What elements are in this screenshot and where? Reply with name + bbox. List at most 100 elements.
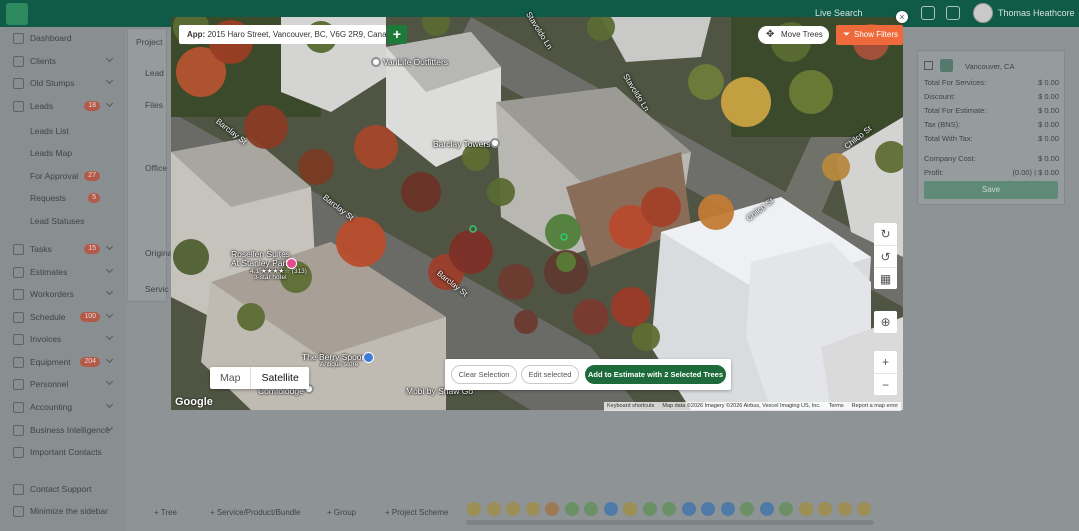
keyboard-shortcuts-link[interactable]: Keyboard shortcuts: [607, 402, 654, 411]
tree-canopy[interactable]: [641, 187, 681, 227]
sidebar-item-minimize-the-sidebar[interactable]: Minimize the sidebar: [0, 501, 126, 521]
map-label-vanlife[interactable]: VanLife Outfitters: [383, 57, 448, 67]
add-tree-tab[interactable]: + Tree: [154, 508, 177, 517]
add-address-button[interactable]: +: [387, 25, 407, 44]
tree-canopy[interactable]: [487, 178, 515, 206]
tool-icon[interactable]: [564, 502, 579, 516]
zoom-out-button[interactable]: −: [874, 373, 897, 395]
tool-icon[interactable]: [837, 502, 852, 516]
tree-canopy[interactable]: [789, 70, 833, 114]
tool-icon[interactable]: [779, 502, 793, 516]
chevron-down-icon[interactable]: [105, 54, 114, 63]
map-type-map-button[interactable]: Map: [210, 367, 250, 389]
messages-icon[interactable]: [946, 6, 960, 20]
sidebar-item-business-intelligence[interactable]: Business Intelligence: [0, 420, 126, 440]
tree-canopy[interactable]: [244, 105, 288, 149]
report-map-error-link[interactable]: Report a map error: [852, 402, 898, 411]
tree-canopy[interactable]: [573, 299, 609, 335]
clear-selection-button[interactable]: Clear Selection: [451, 365, 517, 384]
map-type-satellite-button[interactable]: Satellite: [250, 367, 308, 389]
sidebar-item-equipment[interactable]: Equipment 204: [0, 352, 126, 372]
tool-icon[interactable]: [584, 502, 598, 516]
satellite-map[interactable]: [171, 17, 903, 410]
add-service-tab[interactable]: + Service/Product/Bundle: [210, 508, 301, 517]
tree-canopy[interactable]: [237, 303, 265, 331]
chevron-down-icon[interactable]: [105, 377, 114, 386]
sidebar-item-accounting[interactable]: Accounting: [0, 397, 126, 417]
tool-icon[interactable]: [506, 502, 520, 516]
tool-icon[interactable]: [759, 502, 774, 516]
store-pin-icon[interactable]: [363, 352, 374, 363]
chevron-down-icon[interactable]: [105, 355, 114, 364]
add-to-estimate-button[interactable]: Add to Estimate with 2 Selected Trees: [585, 365, 726, 384]
add-group-tab[interactable]: + Group: [327, 508, 356, 517]
tree-canopy[interactable]: [449, 230, 493, 274]
chevron-down-icon[interactable]: [105, 332, 114, 341]
location-select[interactable]: Vancouver, CA: [965, 62, 1014, 71]
sidebar-item-lead-statuses[interactable]: Lead Statuses: [0, 211, 126, 231]
bottom-scrollbar[interactable]: [466, 520, 874, 525]
tool-icon[interactable]: [818, 502, 832, 516]
sidebar-item-clients[interactable]: Clients: [0, 51, 126, 71]
place-pin-icon[interactable]: [371, 57, 381, 67]
app-logo[interactable]: [6, 3, 28, 25]
sidebar-item-for-approval[interactable]: For Approval 27: [0, 166, 126, 186]
chevron-down-icon[interactable]: [105, 242, 114, 251]
tree-canopy[interactable]: [611, 287, 651, 327]
hotel-pin-icon[interactable]: [286, 258, 297, 269]
chevron-down-icon[interactable]: [105, 310, 114, 319]
rotate-counterclockwise-icon[interactable]: ↺: [874, 245, 897, 267]
tree-canopy[interactable]: [698, 194, 734, 230]
sidebar-item-tasks[interactable]: Tasks 15: [0, 239, 126, 259]
chevron-down-icon[interactable]: [105, 400, 114, 409]
tree-canopy[interactable]: [401, 172, 441, 212]
tilt-icon[interactable]: ▦: [874, 267, 897, 289]
tool-icon[interactable]: [720, 502, 735, 516]
place-pin-icon[interactable]: [490, 138, 500, 148]
tree-canopy[interactable]: [556, 252, 576, 272]
save-button[interactable]: Save: [924, 181, 1058, 199]
address-field[interactable]: App: 2015 Haro Street, Vancouver, BC, V6…: [179, 25, 386, 44]
tree-canopy[interactable]: [632, 323, 660, 351]
zoom-in-button[interactable]: +: [874, 351, 897, 373]
tool-icon[interactable]: [603, 502, 618, 516]
tool-icon[interactable]: [798, 502, 813, 516]
sidebar-item-personnel[interactable]: Personnel: [0, 374, 126, 394]
chevron-down-icon[interactable]: [105, 265, 114, 274]
rotate-clockwise-icon[interactable]: ↻: [874, 223, 897, 245]
tool-icon[interactable]: [623, 502, 637, 516]
chevron-down-icon[interactable]: [105, 76, 114, 85]
sidebar-item-invoices[interactable]: Invoices: [0, 329, 126, 349]
tool-icon[interactable]: [857, 502, 871, 516]
tool-icon[interactable]: [486, 502, 501, 516]
sidebar-item-requests[interactable]: Requests 5: [0, 188, 126, 208]
tree-canopy[interactable]: [354, 125, 398, 169]
sidebar-item-old-stumps[interactable]: Old Stumps: [0, 73, 126, 93]
tree-canopy[interactable]: [514, 310, 538, 334]
sidebar-item-schedule[interactable]: Schedule 100: [0, 307, 126, 327]
tree-canopy[interactable]: [336, 217, 386, 267]
sidebar-item-contact-support[interactable]: Contact Support: [0, 479, 126, 499]
tree-canopy[interactable]: [545, 214, 581, 250]
tree-canopy[interactable]: [173, 239, 209, 275]
terms-link[interactable]: Terms: [829, 402, 844, 411]
tree-canopy[interactable]: [822, 153, 850, 181]
tree-canopy[interactable]: [688, 64, 724, 100]
user-name[interactable]: Thomas Heathcore: [998, 8, 1075, 18]
tool-icon[interactable]: [525, 502, 540, 516]
chevron-down-icon[interactable]: [105, 99, 114, 108]
sidebar-item-important-contacts[interactable]: Important Contacts: [0, 442, 126, 462]
notifications-icon[interactable]: [921, 6, 935, 20]
tool-icon[interactable]: [642, 502, 657, 516]
sidebar-item-leads[interactable]: Leads 18: [0, 96, 126, 116]
tool-icon[interactable]: [681, 502, 696, 516]
sidebar-item-leads-list[interactable]: Leads List: [0, 121, 126, 141]
tool-icon[interactable]: [701, 502, 715, 516]
tool-icon[interactable]: [740, 502, 754, 516]
close-modal-button[interactable]: ×: [896, 11, 908, 23]
pan-icon[interactable]: ⊕: [874, 311, 897, 333]
tool-icon[interactable]: [545, 502, 559, 516]
map-label-barclay-towers[interactable]: Barclay Towers: [433, 139, 490, 149]
tree-canopy[interactable]: [298, 149, 334, 185]
sidebar-item-workorders[interactable]: Workorders: [0, 284, 126, 304]
